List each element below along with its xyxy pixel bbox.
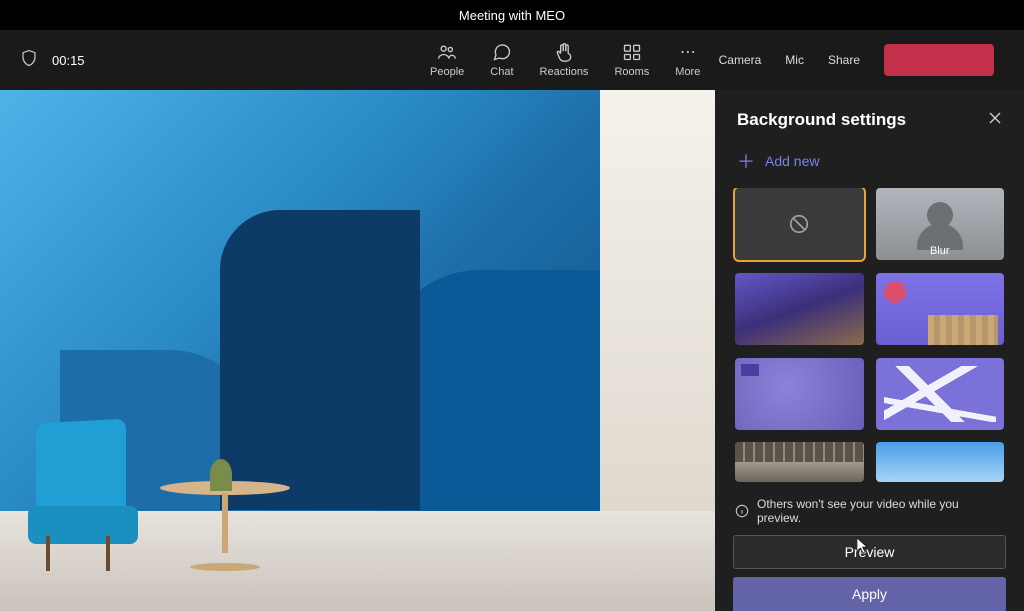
apply-button[interactable]: Apply [733, 577, 1006, 611]
more-button[interactable]: ⋯ More [675, 42, 700, 78]
camera-button[interactable]: Camera [719, 53, 762, 67]
main: Background settings ＋ Add new Blur [0, 90, 1024, 611]
add-new-button[interactable]: ＋ Add new [715, 144, 1024, 188]
title-bar: Meeting with MEO [0, 0, 1024, 30]
window [600, 90, 715, 550]
mic-button[interactable]: Mic [785, 53, 804, 67]
more-icon: ⋯ [678, 42, 698, 62]
call-timer: 00:15 [52, 53, 85, 68]
toolbar-center: People Chat Reactions Rooms ⋯ More [430, 42, 700, 78]
table [160, 481, 290, 571]
background-settings-panel: Background settings ＋ Add new Blur [715, 90, 1024, 611]
people-icon [437, 42, 457, 62]
info-row: Others won't see your video while you pr… [715, 489, 1024, 535]
panel-header: Background settings [715, 90, 1024, 144]
info-icon [735, 504, 749, 518]
blur-label: Blur [930, 245, 950, 257]
toolbar-right: Camera Mic Share [719, 44, 1004, 76]
chair [18, 421, 148, 571]
rooms-button[interactable]: Rooms [614, 42, 649, 78]
background-grid: Blur [715, 188, 1024, 489]
background-tile-none[interactable] [735, 188, 864, 260]
plus-icon: ＋ [737, 148, 755, 174]
background-tile-blur[interactable]: Blur [876, 188, 1005, 260]
toolbar-left: 00:15 [20, 49, 85, 72]
panel-title: Background settings [737, 110, 906, 130]
shield-icon[interactable] [20, 49, 38, 72]
meeting-title: Meeting with MEO [459, 8, 565, 23]
video-preview [0, 90, 715, 611]
plant [210, 459, 232, 491]
reactions-button[interactable]: Reactions [540, 42, 589, 78]
hand-icon [554, 42, 574, 62]
close-icon[interactable] [988, 111, 1002, 130]
background-tile-room2[interactable] [876, 273, 1005, 345]
rooms-icon [622, 42, 642, 62]
background-tile-notes[interactable] [876, 358, 1005, 430]
toolbar: 00:15 People Chat Reactions Rooms [0, 30, 1024, 90]
none-icon [788, 213, 810, 235]
background-tile-purple[interactable] [735, 358, 864, 430]
background-tile-room1[interactable] [735, 273, 864, 345]
background-tile-office[interactable] [735, 442, 864, 482]
share-button[interactable]: Share [828, 53, 860, 67]
chat-button[interactable]: Chat [490, 42, 513, 78]
people-button[interactable]: People [430, 42, 464, 78]
leave-button[interactable] [884, 44, 994, 76]
chat-icon [492, 42, 512, 62]
preview-button[interactable]: Preview [733, 535, 1006, 569]
background-tile-sky[interactable] [876, 442, 1005, 482]
info-text: Others won't see your video while you pr… [757, 497, 1004, 525]
